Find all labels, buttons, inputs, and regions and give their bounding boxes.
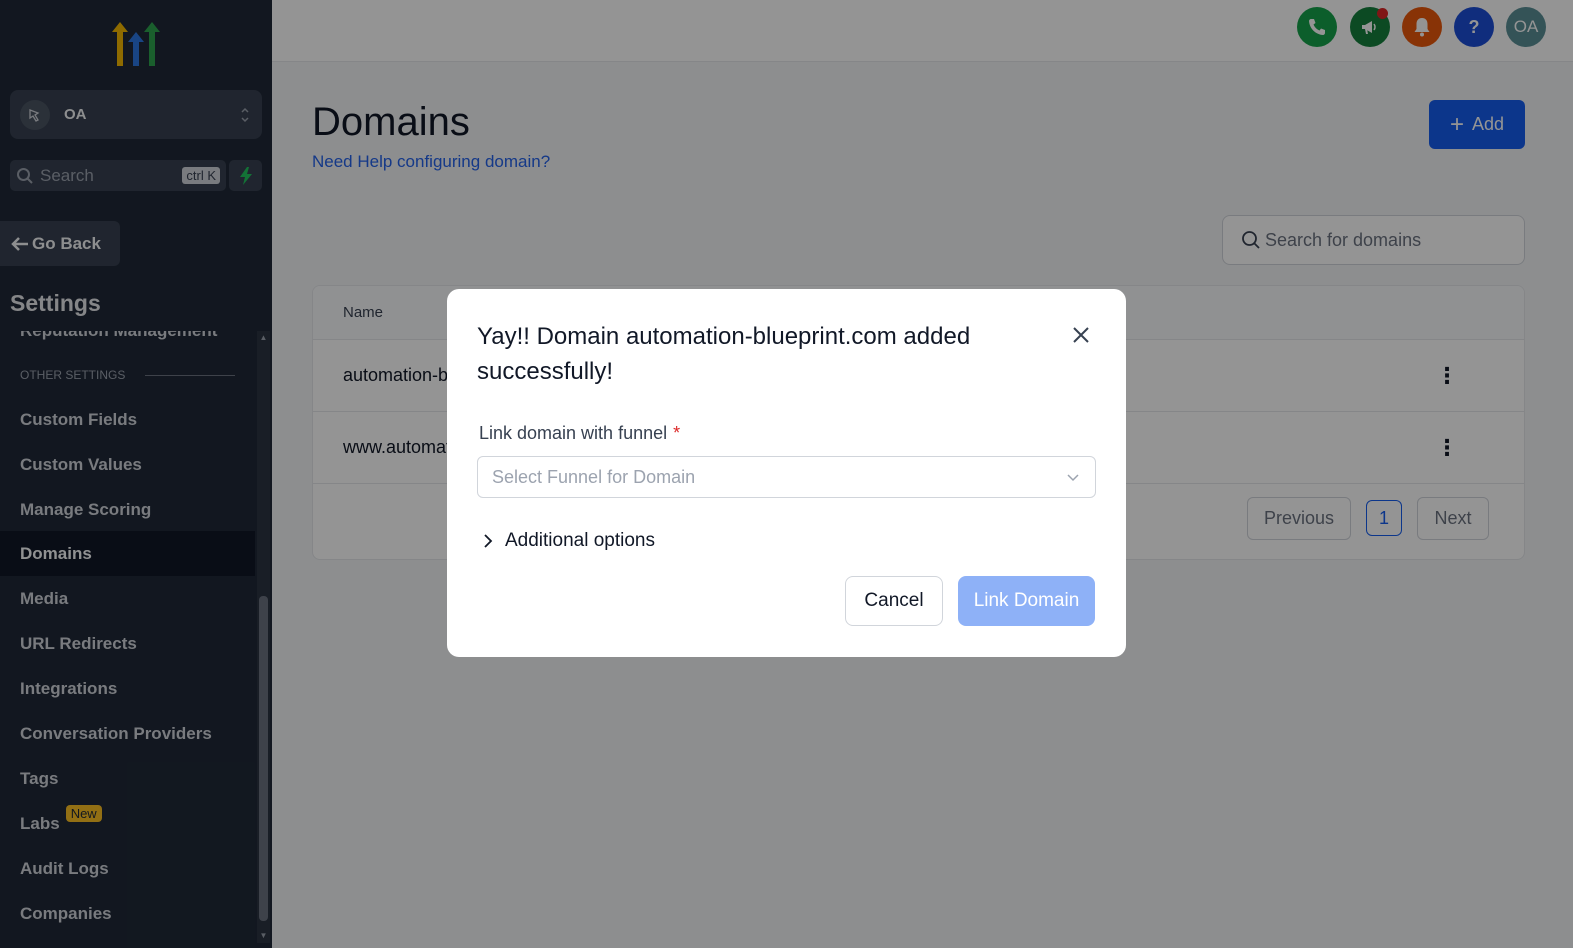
chevron-right-icon	[484, 534, 493, 548]
funnel-select[interactable]: Select Funnel for Domain	[477, 456, 1096, 498]
link-domain-button[interactable]: Link Domain	[958, 576, 1095, 626]
domain-added-modal: Yay!! Domain automation-blueprint.com ad…	[447, 289, 1126, 657]
funnel-select-placeholder: Select Funnel for Domain	[492, 466, 696, 487]
modal-title: Yay!! Domain automation-blueprint.com ad…	[477, 323, 971, 385]
additional-options-toggle[interactable]: Additional options	[481, 530, 655, 552]
required-marker: *	[673, 423, 681, 443]
chevron-down-icon	[1067, 474, 1079, 482]
additional-options-label: Additional options	[505, 530, 655, 551]
link-funnel-label: Link domain with funnel *	[479, 423, 681, 443]
close-icon[interactable]	[1067, 321, 1095, 349]
cancel-button[interactable]: Cancel	[845, 576, 943, 626]
